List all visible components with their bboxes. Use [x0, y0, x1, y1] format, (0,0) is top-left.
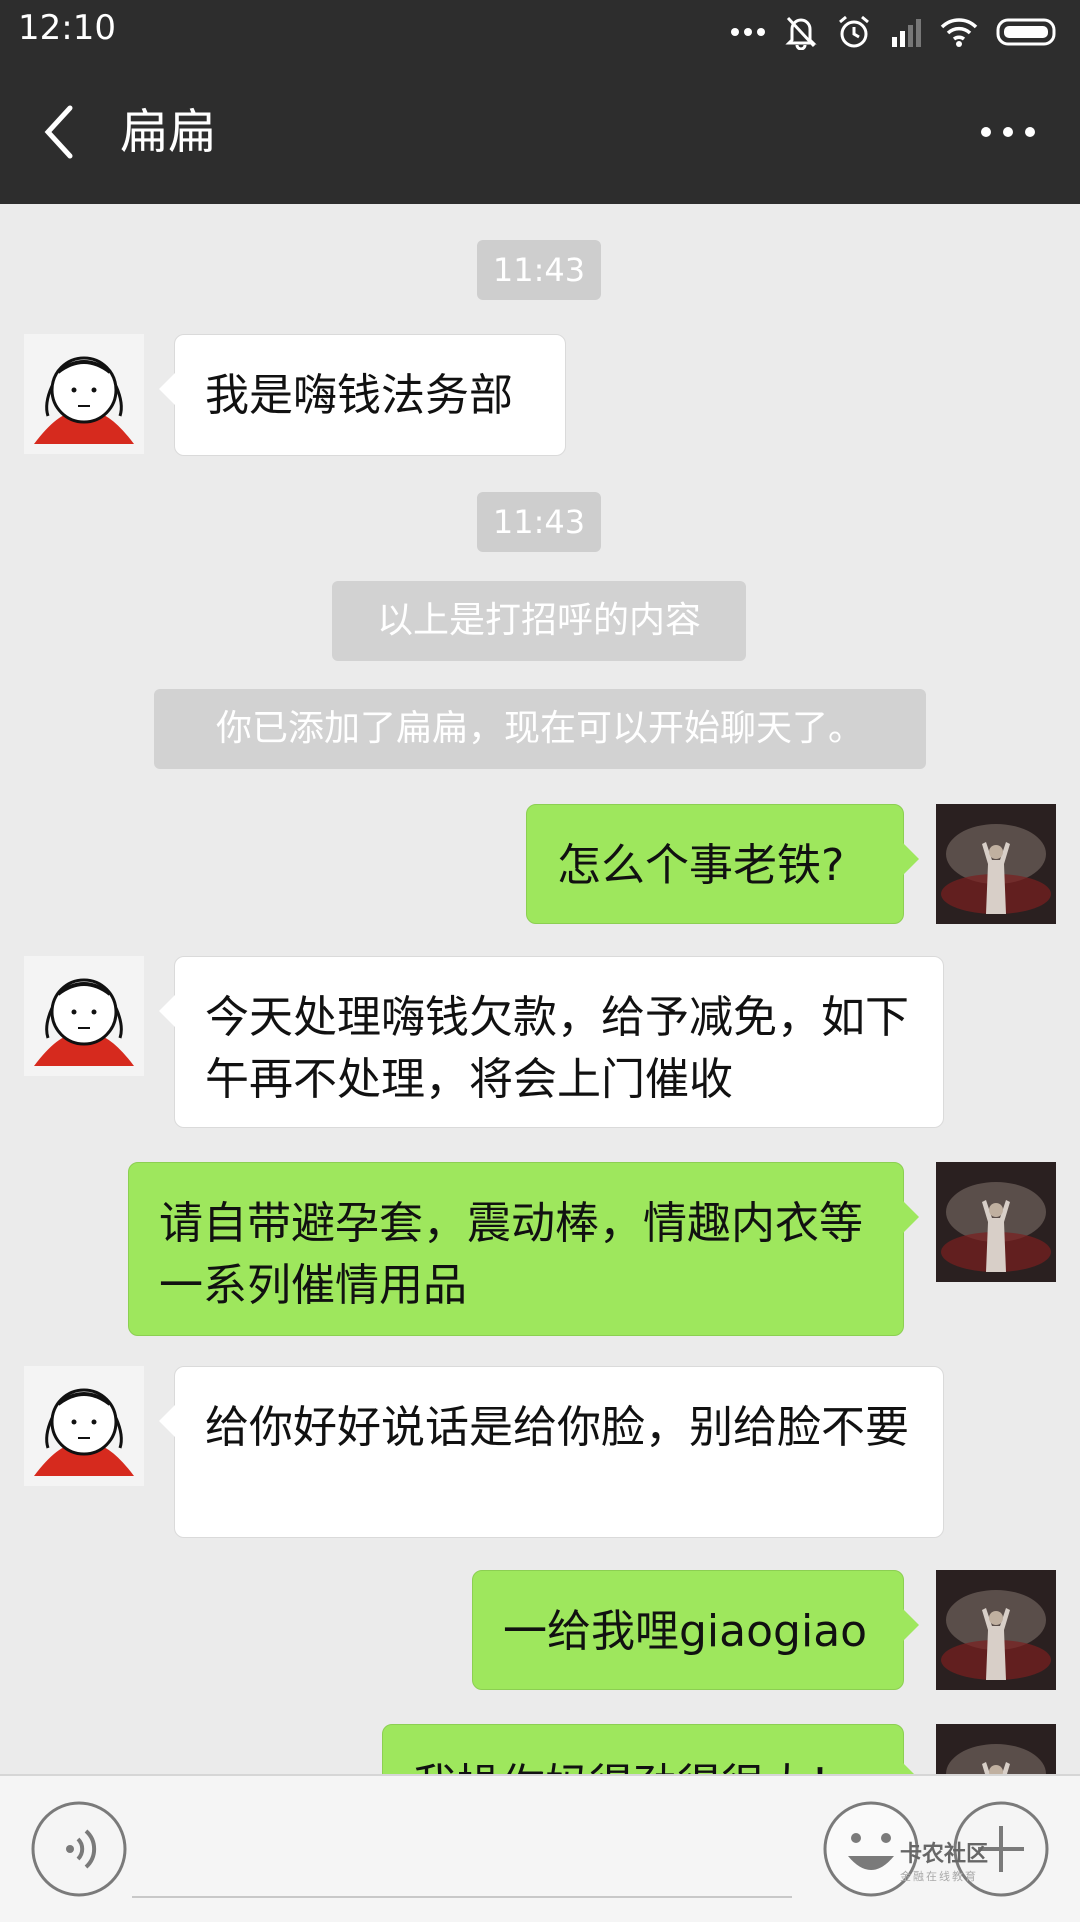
- input-bar: 卡农社区 金融在线教育: [0, 1774, 1080, 1922]
- cartoon-girl-icon: [34, 1388, 134, 1476]
- photo-avatar-icon: [936, 804, 1056, 924]
- wifi-icon: [940, 18, 978, 47]
- signal-icon: [892, 19, 921, 47]
- message-bubble-self[interactable]: 怎么个事老铁?: [526, 804, 919, 924]
- timestamp: 11:43: [477, 492, 601, 552]
- status-bar: 12:10: [0, 0, 1080, 62]
- status-time: 12:10: [18, 8, 116, 48]
- message-bubble-contact[interactable]: 我是嗨钱法务部: [159, 334, 566, 456]
- message-input[interactable]: [132, 1896, 792, 1898]
- avatar-self[interactable]: [936, 1570, 1056, 1690]
- bell-muted-icon: [785, 16, 817, 50]
- photo-avatar-icon: [936, 1162, 1056, 1282]
- system-message: 你已添加了扁扁，现在可以开始聊天了。: [154, 689, 926, 769]
- timestamp: 11:43: [477, 240, 601, 300]
- avatar-contact[interactable]: [24, 956, 144, 1076]
- message-bubble-self[interactable]: 请自带避孕套，震动棒，情趣内衣等一系列催情用品: [128, 1162, 919, 1336]
- avatar-self[interactable]: [936, 1162, 1056, 1282]
- battery-icon: [996, 18, 1056, 46]
- chat-title: 扁扁: [120, 104, 217, 160]
- avatar-self[interactable]: [936, 1724, 1056, 1774]
- cartoon-girl-icon: [34, 356, 134, 444]
- avatar-contact[interactable]: [24, 1366, 144, 1486]
- avatar-self[interactable]: [936, 804, 1056, 924]
- watermark: 卡农社区 金融在线教育: [900, 1836, 1040, 1884]
- message-bubble-self[interactable]: 一给我哩giaogiao: [472, 1570, 919, 1690]
- chat-area[interactable]: 11:43 我是嗨钱法务部 11:43 以上是打招呼的内容 你已添加了扁扁，现在…: [0, 204, 1080, 1774]
- status-icons: [730, 10, 1060, 54]
- chat-header: 扁扁: [0, 62, 1080, 204]
- back-arrow-icon[interactable]: [36, 102, 86, 162]
- message-bubble-contact[interactable]: 今天处理嗨钱欠款，给予减免，如下午再不处理，将会上门催收: [159, 956, 944, 1128]
- message-bubble-contact[interactable]: 给你好好说话是给你脸，别给脸不要: [159, 1366, 944, 1538]
- more-dots-icon: [731, 28, 765, 36]
- watermark-name: 卡农社区: [900, 1842, 989, 1867]
- photo-avatar-icon: [936, 1724, 1056, 1774]
- system-message: 以上是打招呼的内容: [332, 581, 746, 661]
- photo-avatar-icon: [936, 1570, 1056, 1690]
- watermark-tagline: 金融在线教育: [900, 1870, 978, 1883]
- cartoon-girl-icon: [34, 978, 134, 1066]
- voice-input-icon[interactable]: [30, 1800, 128, 1898]
- message-bubble-self[interactable]: 我操你妈得劲得很大！: [382, 1724, 919, 1774]
- alarm-icon: [839, 15, 869, 48]
- avatar-contact[interactable]: [24, 334, 144, 454]
- more-options-icon[interactable]: [976, 116, 1040, 148]
